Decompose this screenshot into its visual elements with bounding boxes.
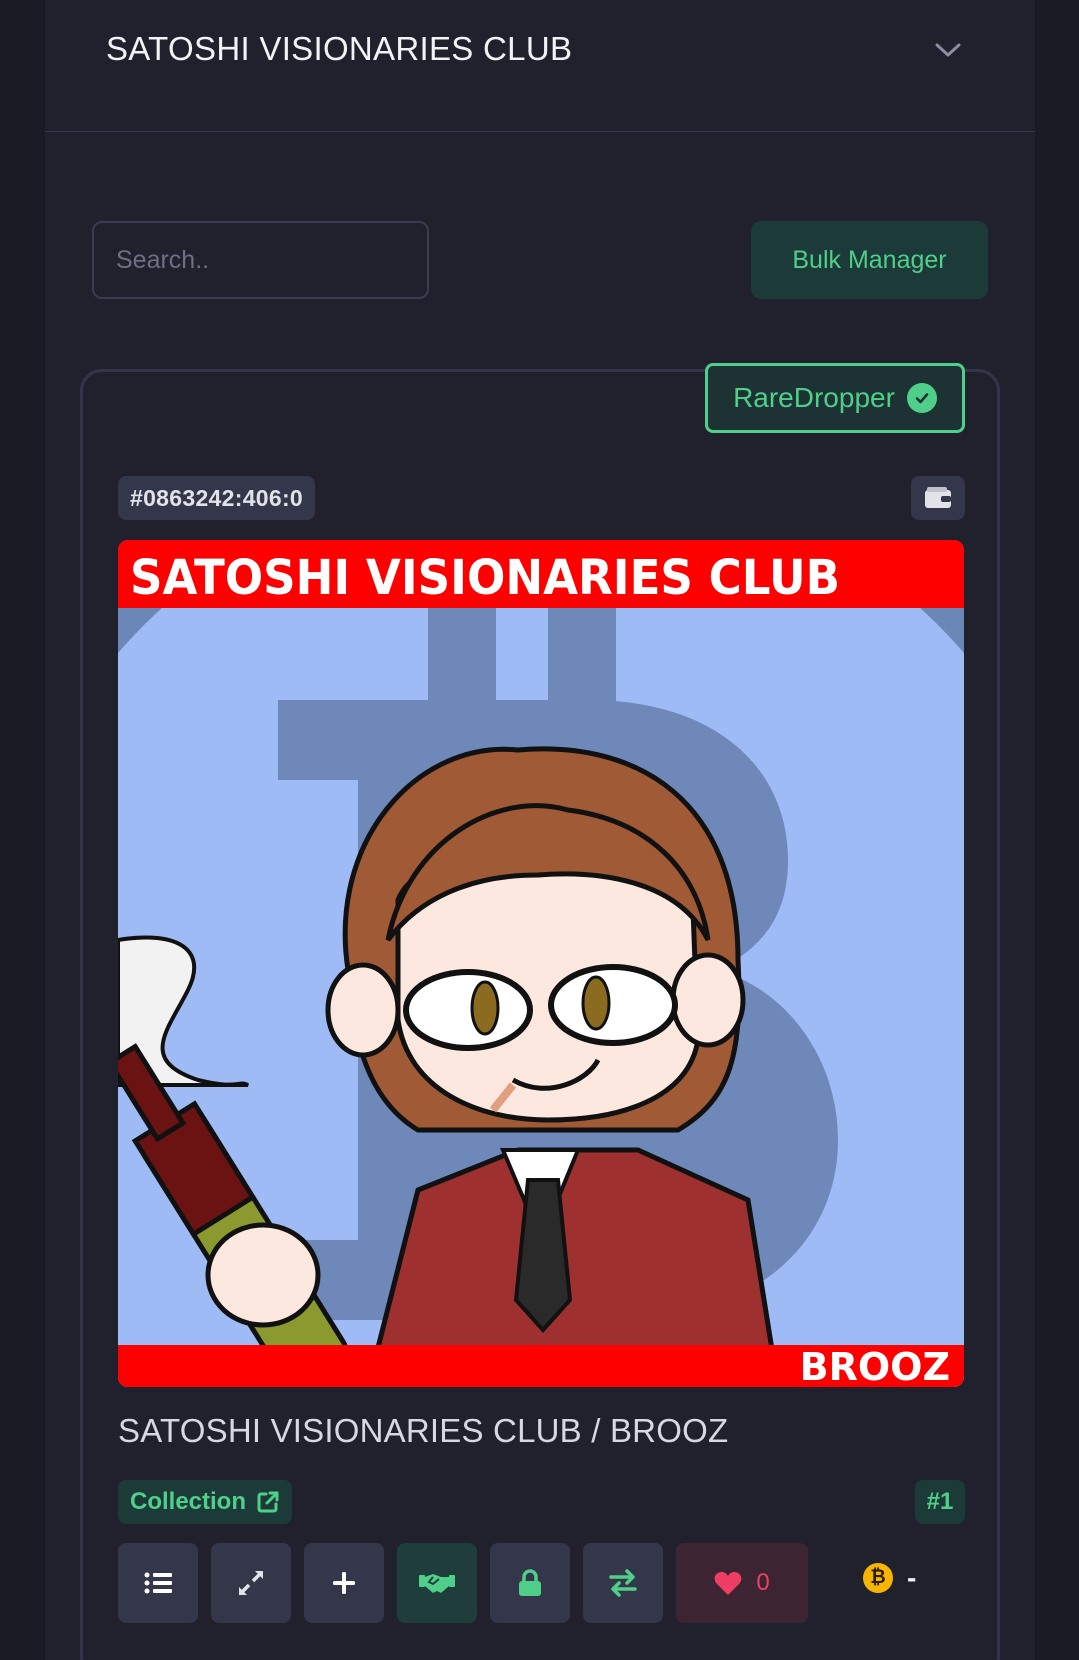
- nft-card: RareDropper #0863242:406:0 SATOSHI VISIO…: [80, 363, 1000, 1660]
- add-button[interactable]: [304, 1543, 384, 1623]
- wallet-icon[interactable]: [911, 476, 965, 520]
- like-count: 0: [756, 1569, 770, 1596]
- bulk-manager-button[interactable]: Bulk Manager: [751, 221, 988, 299]
- list-icon: [144, 1572, 172, 1594]
- heart-icon: [714, 1571, 742, 1595]
- price-value: -: [907, 1562, 917, 1593]
- main-panel: SATOSHI VISIONARIES CLUB Bulk Manager Ra…: [45, 0, 1035, 1660]
- transfer-button[interactable]: [583, 1543, 663, 1623]
- collection-link[interactable]: Collection: [118, 1480, 293, 1524]
- inscription-id: #0863242:406:0: [118, 476, 316, 520]
- art-bottom-banner: BROOZ: [800, 1345, 950, 1387]
- art-top-banner: SATOSHI VISIONARIES CLUB: [130, 550, 840, 606]
- collection-header[interactable]: SATOSHI VISIONARIES CLUB: [45, 0, 1035, 132]
- external-link-icon: [257, 1491, 279, 1513]
- rank-badge: #1: [915, 1480, 965, 1524]
- expand-icon: [239, 1571, 263, 1595]
- plus-icon: [333, 1572, 355, 1594]
- badge-label: RareDropper: [733, 382, 895, 413]
- collection-label: Collection: [130, 1488, 247, 1515]
- handshake-icon: [419, 1574, 455, 1593]
- like-button[interactable]: 0: [676, 1543, 808, 1623]
- chevron-down-icon[interactable]: [933, 40, 963, 60]
- nft-title: SATOSHI VISIONARIES CLUB / BROOZ: [118, 1412, 729, 1449]
- verified-check-icon: [906, 383, 937, 413]
- nft-artwork[interactable]: SATOSHI VISIONARIES CLUB BROOZ: [118, 540, 964, 1387]
- lock-icon: [519, 1569, 541, 1596]
- details-button[interactable]: [118, 1543, 198, 1623]
- expand-button[interactable]: [211, 1543, 291, 1623]
- raredropper-badge[interactable]: RareDropper: [705, 363, 965, 433]
- collection-title: SATOSHI VISIONARIES CLUB: [106, 30, 573, 67]
- search-input[interactable]: [92, 221, 429, 299]
- transfer-icon: [609, 1569, 637, 1597]
- price-display: ₿ -: [863, 1562, 916, 1594]
- bitcoin-icon: ₿: [863, 1563, 893, 1593]
- lock-button[interactable]: [490, 1543, 570, 1623]
- offer-button[interactable]: [397, 1543, 477, 1623]
- action-bar: 0: [118, 1543, 808, 1623]
